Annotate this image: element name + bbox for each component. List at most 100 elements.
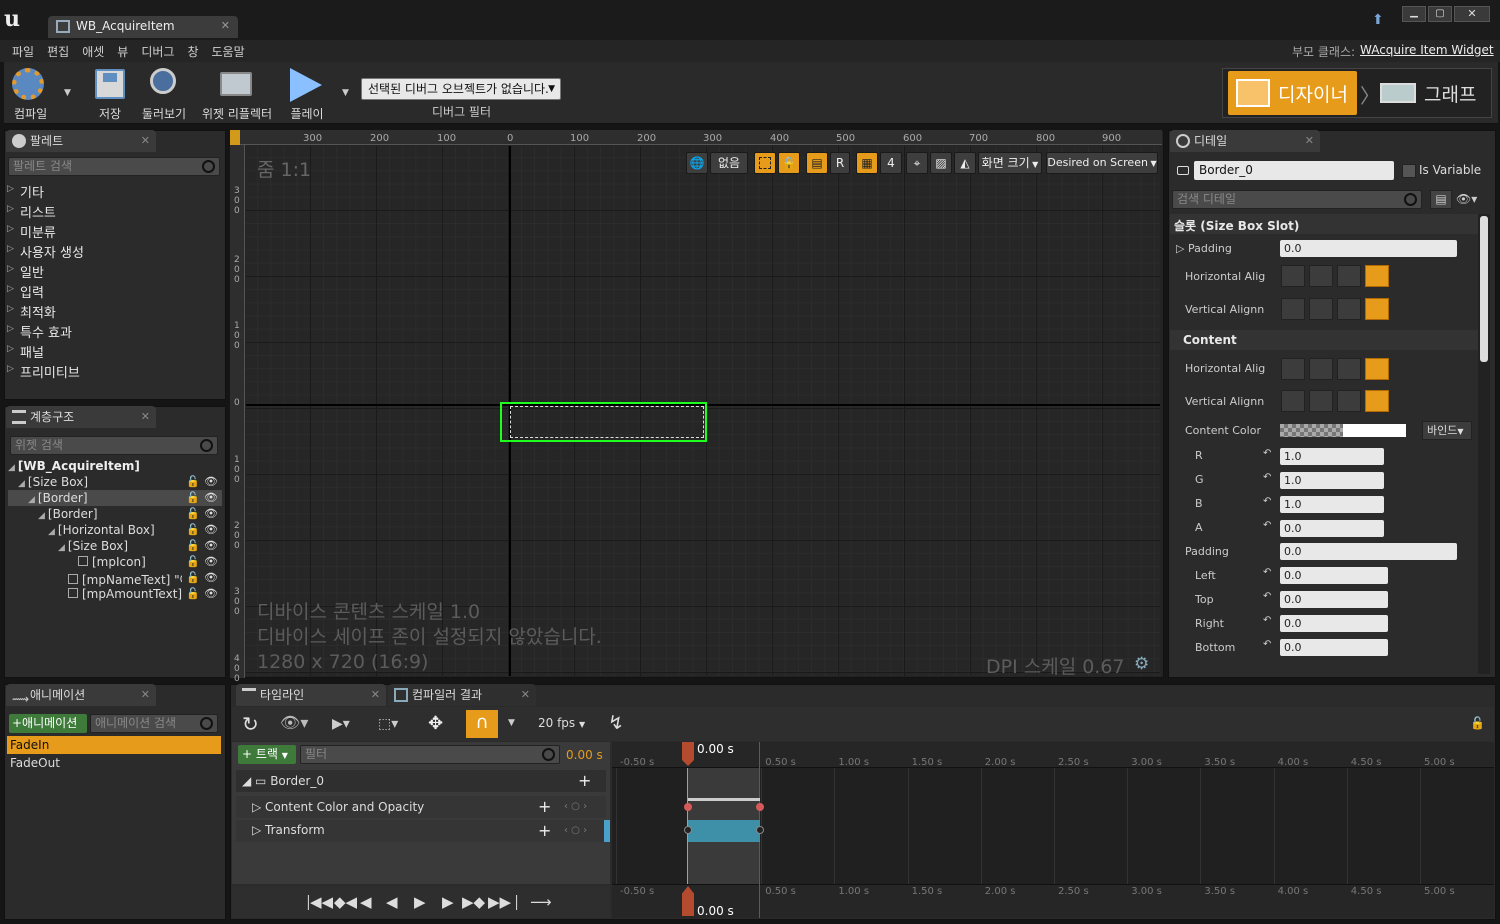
hierarchy-node[interactable]: [mpNameText] "아( [68,571,182,588]
lock-icon[interactable]: 🔓 [186,555,200,568]
selection-icon[interactable]: ⬚▾ [378,716,398,732]
menu-window[interactable]: 창 [187,43,198,59]
maximize-button[interactable]: ▢ [1428,6,1452,22]
flip-button[interactable]: ◭ [954,152,976,174]
lock-icon[interactable]: 🔓 [186,539,200,552]
eye-icon[interactable]: 👁 [204,523,218,536]
lock-icon[interactable]: 🔓 [186,523,200,536]
keyframe-color-end[interactable] [756,803,764,811]
v-align-fill-button[interactable] [1365,298,1389,320]
outline-toggle[interactable] [754,152,776,174]
jump-back-icon[interactable]: ◀◀ [310,893,333,911]
lock-icon[interactable]: 🔓 [1470,716,1485,730]
snap-dropdown-icon[interactable]: ▼ [508,718,515,728]
loop-icon[interactable]: ⟶ [530,893,552,911]
hierarchy-node[interactable]: [mpIcon] [68,555,182,569]
menu-file[interactable]: 파일 [12,43,34,59]
color-channel-input[interactable]: 0.0 [1280,520,1384,537]
grid-snap-toggle[interactable]: ▦ [856,152,878,174]
animation-search-input[interactable]: 애니메이션 검색 [90,714,218,733]
eye-icon[interactable]: 👁 [204,475,218,488]
eye-icon[interactable]: 👁 [204,571,218,584]
reset-arrow-icon[interactable]: ↶ [1263,591,1271,602]
unreal-logo-icon[interactable]: u [4,6,28,32]
hierarchy-node[interactable]: ◢ [Size Box] [58,539,182,553]
menu-debug[interactable]: 디버그 [141,43,174,59]
close-icon[interactable]: ✕ [141,406,150,428]
content-v-align-fill-button[interactable] [1365,390,1389,412]
eye-icon[interactable]: 👁 [204,555,218,568]
palette-search-input[interactable]: 팔레트 검색 [8,157,220,176]
layout-toggle[interactable]: ▤ [806,152,828,174]
reset-arrow-icon[interactable]: ↶ [1263,472,1271,483]
close-icon[interactable]: ✕ [1305,130,1314,152]
hierarchy-tab[interactable]: 계층구조 ✕ [6,406,156,428]
padding-side-input[interactable]: 0.0 [1280,639,1388,656]
reset-icon[interactable]: ↻ [242,712,259,736]
lock-toggle[interactable]: 🔒 [778,152,800,174]
eye-icon[interactable]: 👁▾ [280,713,308,732]
next-key-icon[interactable]: ▶◆ [462,893,485,911]
lock-icon[interactable]: 🔓 [186,475,200,488]
transform-icon[interactable]: ✥ [428,713,443,734]
compile-dropdown-icon[interactable]: ▼ [64,88,71,98]
background-button[interactable]: ▨ [930,152,952,174]
expand-arrow-icon[interactable]: ◢ [38,511,45,521]
palette-category-3[interactable]: 사용자 생성 [8,242,84,261]
expand-arrow-icon[interactable]: ▷ [7,324,14,334]
keyframe-transform-end[interactable] [756,826,764,834]
lock-icon[interactable]: 🔓 [186,571,200,584]
color-channel-input[interactable]: 1.0 [1280,496,1384,513]
content-padding-input[interactable]: 0.0 [1280,543,1457,560]
reset-arrow-icon[interactable]: ↶ [1263,615,1271,626]
track-filter-input[interactable]: 필터 [300,745,560,764]
content-h-align-left-button[interactable] [1281,358,1305,380]
h-align-right-button[interactable] [1337,265,1361,287]
close-icon[interactable]: ✕ [221,19,230,32]
padding-side-input[interactable]: 0.0 [1280,615,1388,632]
add-icon[interactable]: + [578,771,591,790]
palette-category-1[interactable]: 리스트 [8,202,56,221]
animations-tab[interactable]: ⟿ 애니메이션 ✕ [6,684,156,706]
grid-size-spinner[interactable]: 4 [880,152,902,174]
add-key-icon[interactable]: + [538,821,551,840]
lock-icon[interactable]: 🔓 [186,507,200,520]
reset-arrow-icon[interactable]: ↶ [1263,567,1271,578]
eye-icon[interactable]: 👁 [204,587,218,600]
color-channel-input[interactable]: 1.0 [1280,472,1384,489]
expand-arrow-icon[interactable]: ◢ [8,463,15,473]
expand-arrow-icon[interactable]: ◢ [48,527,55,537]
keyframe-color-start[interactable] [684,803,692,811]
fps-dropdown[interactable]: 20 fps ▼ [538,716,585,730]
snap-toggle[interactable]: ∩ [466,710,498,738]
transform-key-bar[interactable] [688,820,760,842]
property-matrix-button[interactable]: ▤ [1430,190,1452,209]
expand-arrow-icon[interactable]: ▷ [7,184,14,194]
lock-icon[interactable]: 🔓 [186,491,200,504]
expand-arrow-icon[interactable]: ▷ [7,244,14,254]
reset-arrow-icon[interactable]: ↶ [1263,496,1271,507]
eye-icon[interactable]: 👁 [204,539,218,552]
expand-arrow-icon[interactable]: ◢ [28,495,35,505]
menu-help[interactable]: 도움말 [212,43,245,59]
hierarchy-node[interactable]: ◢ [WB_AcquireItem] [8,459,182,473]
minimize-button[interactable]: ▁ [1402,6,1426,22]
key-nav-icon[interactable]: ‹ ○ › [564,825,587,836]
menu-view[interactable]: 뷰 [117,43,128,59]
screen-size-dropdown[interactable]: 화면 크기 ▼ [978,152,1042,174]
palette-category-2[interactable]: 미분류 [8,222,56,241]
curve-editor-icon[interactable]: ↯ [608,712,624,734]
browse-button[interactable]: 둘러보기 [138,66,190,122]
respect-locks-toggle[interactable]: R [830,152,850,174]
hierarchy-node[interactable]: ◢ [Border] [38,507,182,521]
save-button[interactable]: 저장 [90,66,130,122]
padding-input[interactable]: 0.0 [1280,240,1457,257]
notification-icon[interactable]: ⬆ [1372,12,1390,28]
h-align-fill-button[interactable] [1365,265,1389,287]
localization-button[interactable]: 🌐 [686,152,708,174]
palette-category-7[interactable]: 특수 효과 [8,322,72,341]
current-time-display[interactable]: 0.00 s [566,748,603,762]
step-back-icon[interactable]: ◀ [360,893,372,911]
step-forward-icon[interactable]: ▶ [442,893,454,911]
content-color-swatch[interactable] [1280,424,1406,437]
